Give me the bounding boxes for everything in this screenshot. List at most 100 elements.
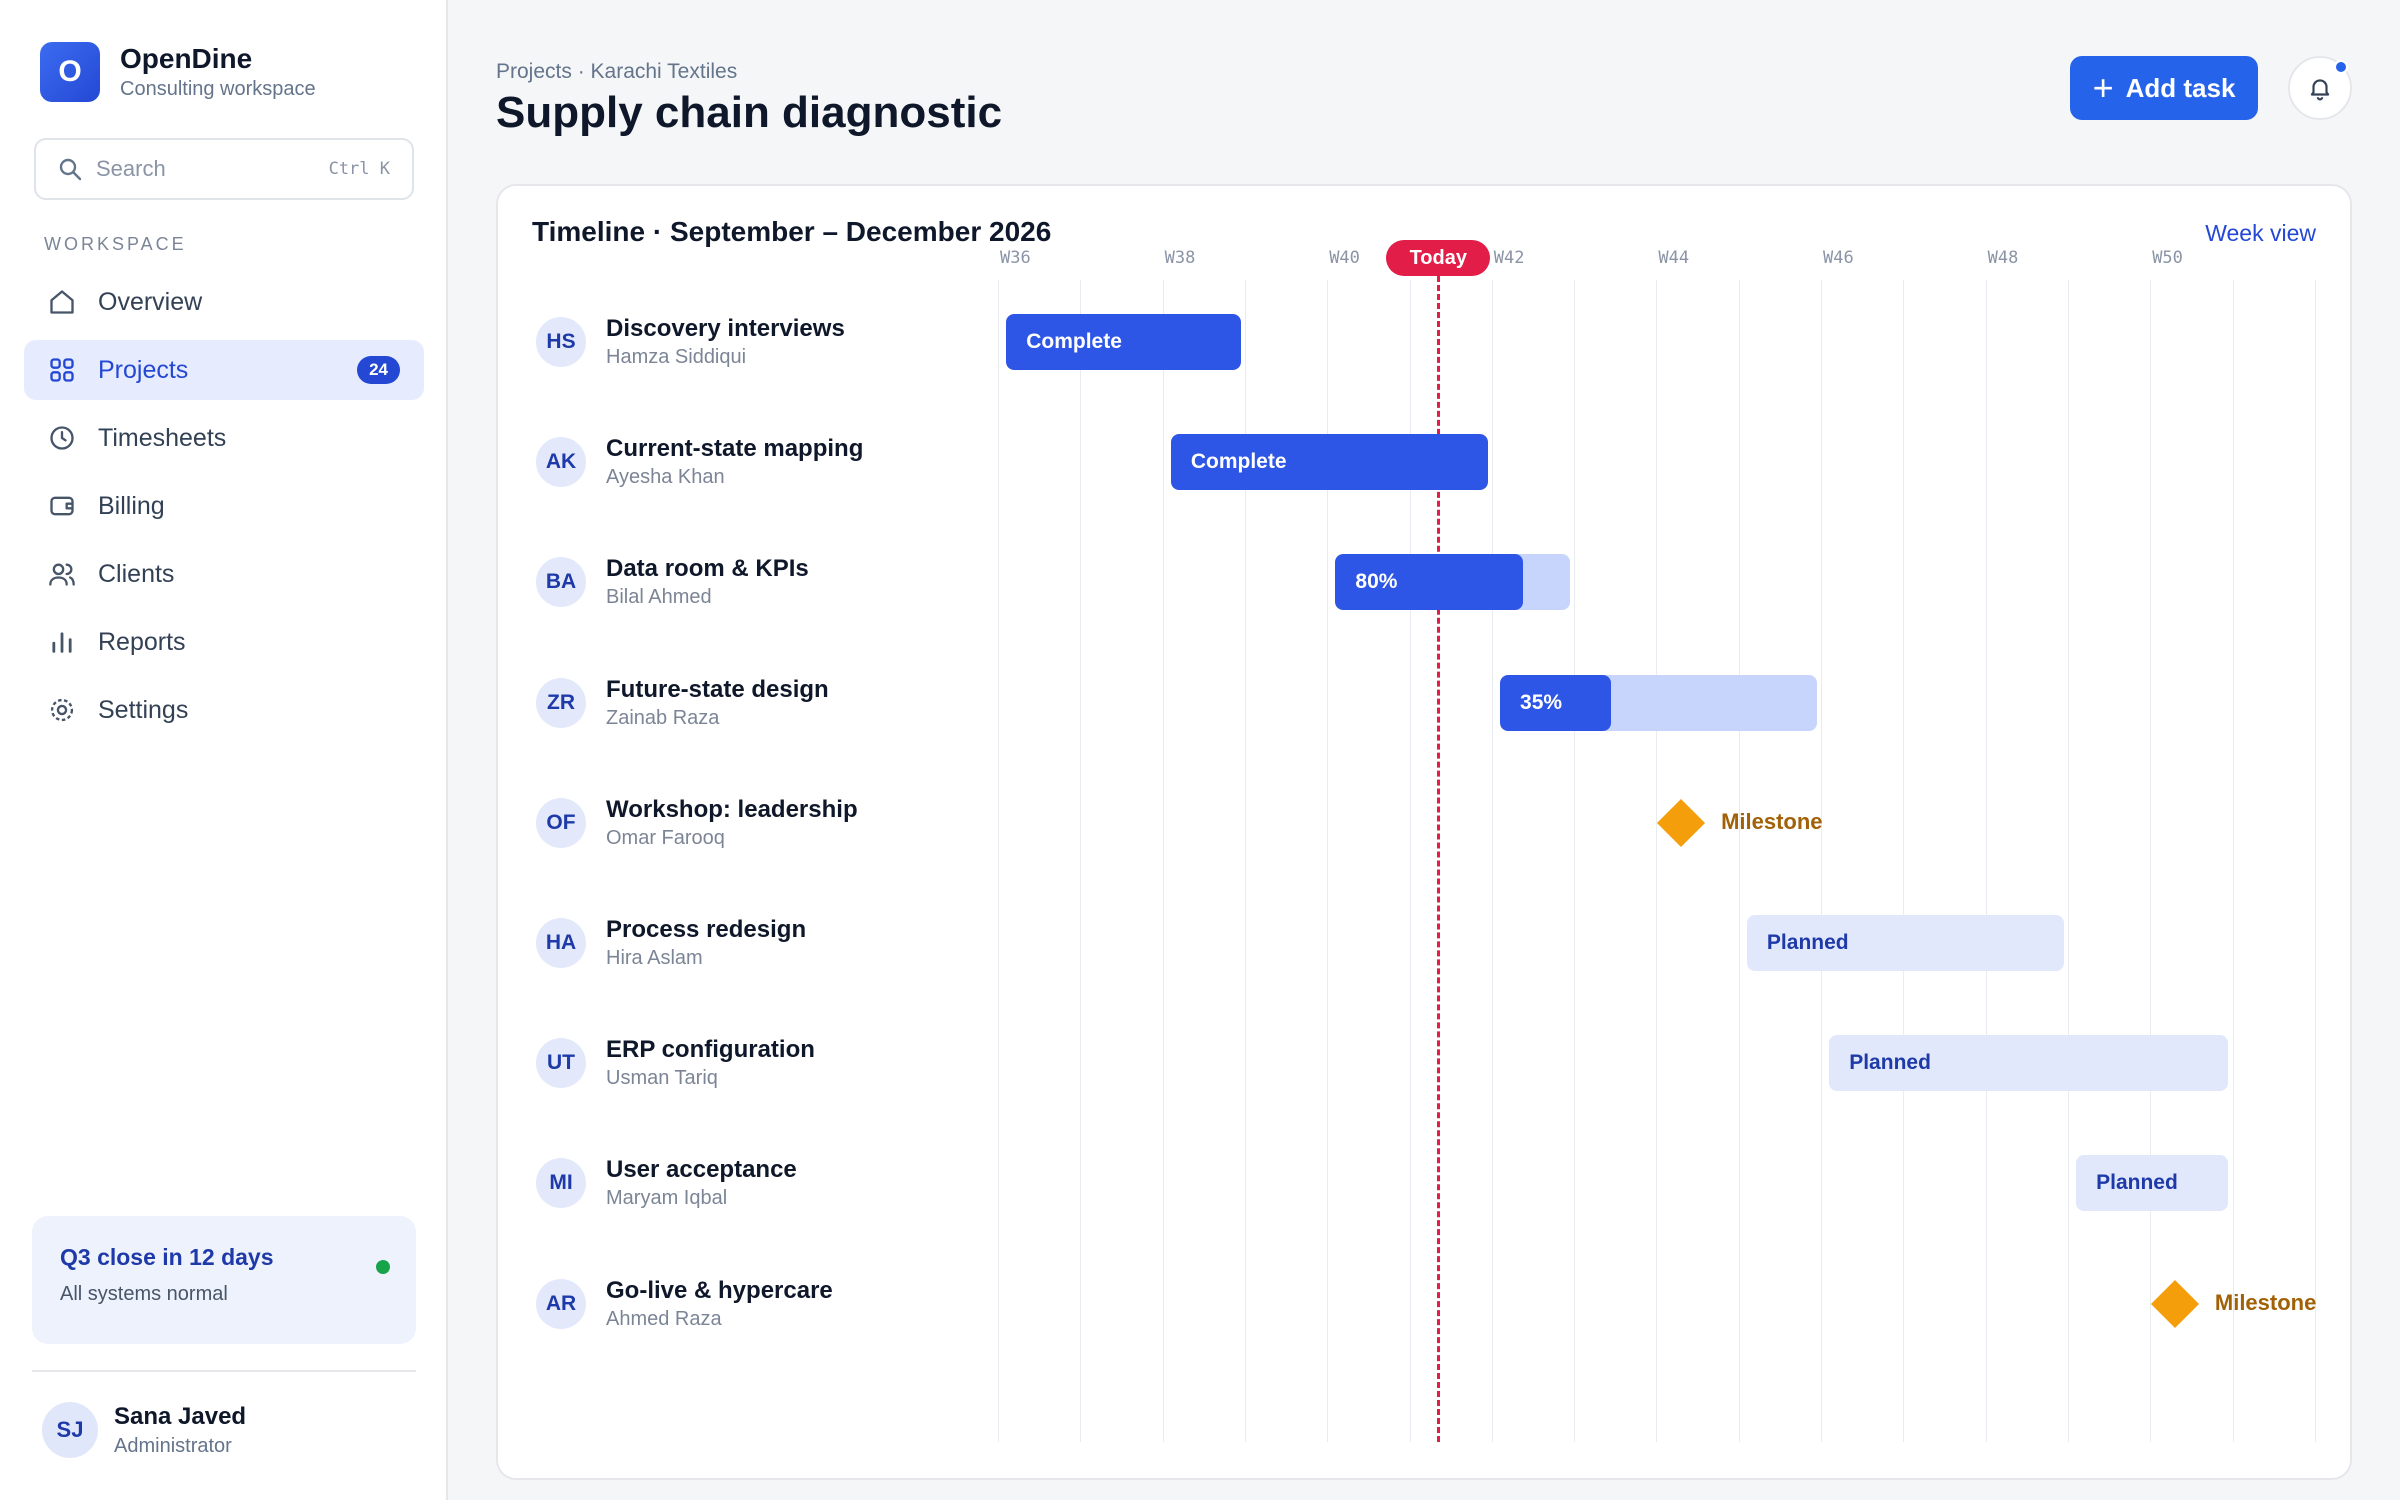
planned-task-bar[interactable]: Planned	[1746, 915, 2064, 971]
avatar: UT	[536, 1038, 586, 1089]
planned-task-bar[interactable]: Planned	[1829, 1035, 2229, 1092]
task-row[interactable]: UT ERP configuration Usman Tariq	[536, 1033, 976, 1093]
avatar: SJ	[42, 1402, 98, 1458]
clock-icon	[50, 426, 74, 450]
avatar: AR	[536, 1278, 586, 1329]
sidebar-item-billing[interactable]: Billing	[24, 476, 424, 536]
avatar: AK	[536, 437, 586, 488]
status-dot	[376, 1260, 390, 1274]
task-owner: Hamza Siddiqui	[606, 346, 747, 368]
sidebar-item-label: Reports	[98, 627, 186, 656]
task-name: ERP configuration	[606, 1036, 815, 1064]
page-title: Supply chain diagnostic	[496, 88, 1003, 137]
week-label: W38	[1164, 248, 1196, 268]
week-label: W40	[1329, 248, 1360, 268]
brand-subtitle: Consulting workspace	[120, 78, 316, 100]
task-text: ERP configuration Usman Tariq	[606, 1035, 815, 1091]
gear-icon	[50, 698, 74, 722]
timeline-title: Timeline · September – December 2026	[532, 216, 1052, 247]
week-label: W42	[1493, 248, 1525, 268]
task-bar[interactable]: 80%	[1335, 554, 1570, 611]
task-row[interactable]: ZR Future-state design Zainab Raza	[536, 673, 976, 733]
breadcrumb[interactable]: Projects · Karachi Textiles	[496, 60, 737, 84]
milestone-diamond[interactable]	[2150, 1279, 2199, 1328]
search-placeholder: Search	[96, 156, 166, 181]
sidebar-item-label: Timesheets	[98, 423, 227, 452]
bar-label: Complete	[1026, 330, 1122, 353]
week-grid-line	[998, 280, 999, 1442]
task-row[interactable]: HS Discovery interviews Hamza Siddiqui	[536, 312, 976, 372]
task-name: Data room & KPIs	[606, 555, 809, 583]
week-label: W44	[1658, 248, 1690, 268]
avatar: HS	[536, 317, 586, 367]
projects-count-badge: 24	[357, 356, 400, 384]
wallet-icon	[50, 496, 74, 516]
bar-label: Complete	[1190, 450, 1287, 474]
grid-icon	[50, 358, 74, 382]
brand-name: OpenDine	[120, 43, 253, 74]
bar-label: Planned	[1766, 931, 1849, 954]
task-bar[interactable]: Complete	[1170, 434, 1488, 491]
week-grid-line	[2314, 280, 2316, 1442]
brand-text: OpenDine Consulting workspace	[120, 42, 316, 102]
sidebar-item-reports[interactable]: Reports	[24, 612, 424, 672]
sidebar-item-label: Clients	[98, 559, 175, 588]
user-text: Sana Javed Administrator	[114, 1403, 246, 1458]
task-row[interactable]: MI User acceptance Maryam Iqbal	[536, 1153, 976, 1213]
planned-task-bar[interactable]: Planned	[2076, 1155, 2229, 1212]
week-label: W36	[1000, 248, 1031, 268]
add-task-label: Add task	[2125, 72, 2236, 103]
search-input[interactable]: Search Ctrl K	[34, 138, 414, 200]
task-owner: Ahmed Raza	[606, 1307, 722, 1330]
brand[interactable]: O OpenDine Consulting workspace	[40, 42, 316, 102]
task-owner: Bilal Ahmed	[606, 586, 712, 609]
task-name: User acceptance	[606, 1156, 797, 1184]
task-text: Go-live & hypercare Ahmed Raza	[606, 1276, 833, 1332]
plus-icon: +	[2092, 67, 2114, 108]
milestone-diamond[interactable]	[1657, 798, 1706, 847]
users-icon	[49, 563, 75, 586]
notifications-button[interactable]	[2288, 56, 2352, 120]
task-text: Future-state design Zainab Raza	[606, 675, 829, 731]
user-profile[interactable]: SJ Sana Javed Administrator	[42, 1402, 246, 1458]
week-grid-line	[1821, 280, 1822, 1442]
task-bar[interactable]: Complete	[1006, 314, 1241, 370]
week-label: W46	[1823, 248, 1854, 268]
week-grid-line	[1903, 280, 1905, 1442]
week-grid-line	[2232, 280, 2234, 1442]
task-row[interactable]: OF Workshop: leadership Omar Farooq	[536, 793, 976, 853]
sidebar-item-label: Billing	[98, 491, 165, 520]
task-text: Process redesign Hira Aslam	[606, 915, 806, 971]
bar-label: 80%	[1355, 570, 1398, 594]
bell-icon	[2310, 79, 2330, 101]
sidebar-item-overview[interactable]: Overview	[24, 272, 424, 332]
task-name: Go-live & hypercare	[606, 1276, 833, 1304]
task-row[interactable]: BA Data room & KPIs Bilal Ahmed	[536, 552, 976, 612]
sidebar-item-clients[interactable]: Clients	[24, 544, 424, 604]
status-subtitle: All systems normal	[60, 1283, 228, 1305]
avatar: OF	[536, 797, 586, 848]
task-row[interactable]: HA Process redesign Hira Aslam	[536, 913, 976, 973]
sidebar-nav: Overview Projects 24 Timesheets Billing	[24, 272, 424, 748]
task-bar[interactable]: 35%	[1500, 674, 1817, 731]
home-icon	[50, 290, 74, 314]
task-row[interactable]: AR Go-live & hypercare Ahmed Raza	[536, 1274, 976, 1334]
sidebar-item-timesheets[interactable]: Timesheets	[24, 408, 424, 468]
task-name: Current-state mapping	[606, 435, 864, 463]
task-owner: Zainab Raza	[606, 706, 720, 729]
avatar: ZR	[536, 677, 586, 728]
milestone-label: Milestone	[1721, 808, 1823, 834]
add-task-button[interactable]: + Add task	[2070, 56, 2258, 120]
task-row[interactable]: AK Current-state mapping Ayesha Khan	[536, 432, 976, 492]
sidebar-item-projects[interactable]: Projects 24	[24, 340, 424, 400]
status-card[interactable]: Q3 close in 12 days All systems normal	[32, 1216, 416, 1344]
task-name: Workshop: leadership	[606, 795, 858, 823]
sidebar-item-label: Projects	[98, 355, 189, 384]
week-view-link[interactable]: Week view	[2205, 220, 2316, 247]
sidebar-item-settings[interactable]: Settings	[24, 680, 424, 740]
week-grid-line	[2067, 280, 2069, 1442]
task-text: Current-state mapping Ayesha Khan	[606, 434, 863, 490]
sidebar-item-label: Overview	[98, 287, 203, 316]
week-grid-line	[1491, 280, 1493, 1442]
week-grid-line	[1080, 280, 1082, 1442]
